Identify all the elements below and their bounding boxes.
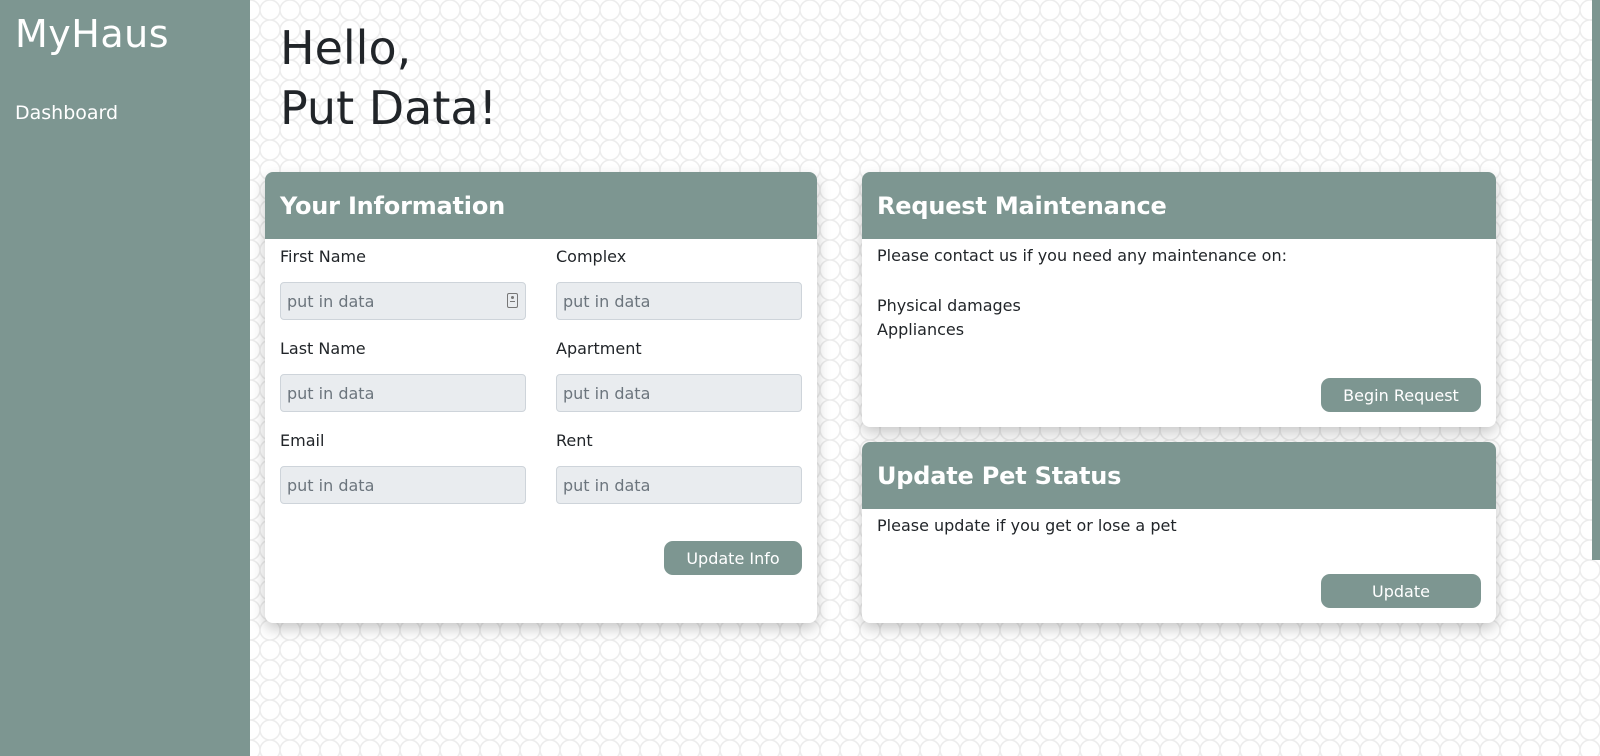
- update-pet-status-title: Update Pet Status: [862, 442, 1496, 509]
- complex-input[interactable]: [556, 282, 802, 320]
- maintenance-intro: Please contact us if you need any mainte…: [877, 246, 1287, 265]
- scrollbar[interactable]: [1592, 0, 1600, 560]
- email-label: Email: [280, 431, 325, 450]
- pet-status-text: Please update if you get or lose a pet: [877, 516, 1177, 535]
- complex-label: Complex: [556, 247, 627, 266]
- first-name-input[interactable]: [280, 282, 526, 320]
- update-pet-button[interactable]: Update: [1321, 574, 1481, 608]
- greeting-line-1: Hello,: [280, 21, 412, 75]
- request-maintenance-title: Request Maintenance: [862, 172, 1496, 239]
- begin-request-button[interactable]: Begin Request: [1321, 378, 1481, 412]
- your-information-card: Your Information First Name Complex Last…: [265, 172, 817, 623]
- app-title: MyHaus: [15, 12, 170, 56]
- maintenance-item-appliances: Appliances: [877, 320, 965, 339]
- maintenance-item-physical-damages: Physical damages: [877, 296, 1021, 315]
- contact-card-icon[interactable]: [507, 293, 518, 308]
- email-input[interactable]: [280, 466, 526, 504]
- apartment-label: Apartment: [556, 339, 642, 358]
- first-name-label: First Name: [280, 247, 366, 266]
- page-title: Hello, Put Data!: [280, 18, 497, 138]
- last-name-label: Last Name: [280, 339, 366, 358]
- last-name-input[interactable]: [280, 374, 526, 412]
- rent-input[interactable]: [556, 466, 802, 504]
- your-information-title: Your Information: [265, 172, 817, 239]
- update-pet-status-card: Update Pet Status Please update if you g…: [862, 442, 1496, 623]
- rent-label: Rent: [556, 431, 593, 450]
- request-maintenance-card: Request Maintenance Please contact us if…: [862, 172, 1496, 427]
- greeting-line-2: Put Data!: [280, 81, 498, 135]
- apartment-input[interactable]: [556, 374, 802, 412]
- update-info-button[interactable]: Update Info: [664, 541, 802, 575]
- sidebar-item-dashboard[interactable]: Dashboard: [15, 102, 118, 124]
- sidebar: MyHaus Dashboard: [0, 0, 250, 756]
